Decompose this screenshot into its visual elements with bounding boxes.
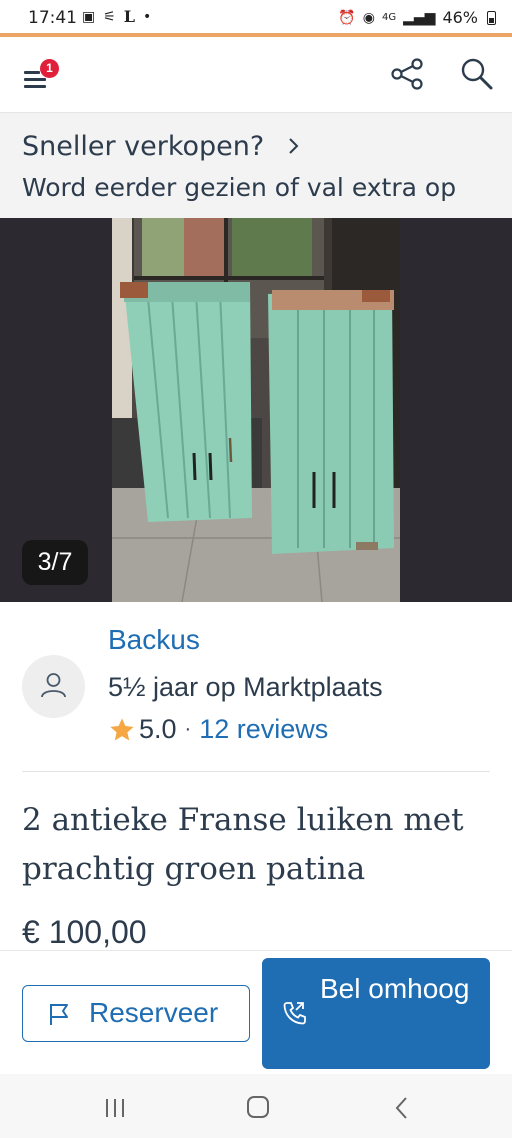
- promo-title: Sneller verkopen?: [22, 131, 265, 162]
- reviews-link[interactable]: 12 reviews: [199, 714, 328, 745]
- divider: [22, 771, 490, 772]
- listing-photo-image: [112, 218, 400, 602]
- menu-button[interactable]: 1: [22, 59, 62, 95]
- share-button[interactable]: [388, 55, 428, 95]
- status-time: 17:41: [28, 8, 77, 28]
- recents-icon[interactable]: [103, 1098, 127, 1118]
- mute-icon: ◉: [362, 9, 375, 26]
- search-button[interactable]: [458, 55, 498, 95]
- reserve-button[interactable]: Reserveer: [22, 985, 250, 1042]
- promo-banner[interactable]: Sneller verkopen? Word eerder gezien of …: [0, 113, 512, 218]
- network-type: 4G: [382, 12, 397, 23]
- status-bar: 17:41 ▣ ⚟ L • ⏰ ◉ 4G ▂▄▆ 46%: [0, 0, 512, 36]
- system-nav-bar: [0, 1074, 512, 1138]
- battery-percent: 46%: [442, 8, 478, 27]
- search-icon: [461, 58, 493, 90]
- flag-icon: [50, 1004, 68, 1025]
- rating-value: 5.0: [139, 714, 177, 744]
- listing-title: 2 antieke Franse luiken met prachtig gro…: [22, 802, 464, 887]
- lidl-icon: L: [123, 7, 136, 26]
- alarm-icon: ⏰: [338, 9, 356, 26]
- app-header: 1: [0, 37, 512, 113]
- dot-icon: •: [143, 9, 152, 25]
- action-bar: Reserveer Bel omhoog: [0, 950, 512, 1074]
- signal-icon: ▂▄▆: [403, 9, 436, 26]
- call-button[interactable]: Bel omhoog: [262, 958, 490, 1069]
- seller-card[interactable]: Backus 5½ jaar op Marktplaats 5.0 · 12 r…: [0, 602, 512, 772]
- phone-icon: [283, 1002, 306, 1025]
- wifi-calling-icon: ⚟: [103, 9, 116, 25]
- seller-membership: 5½ jaar op Marktplaats: [108, 672, 383, 702]
- image-gallery[interactable]: 3/7: [0, 218, 512, 602]
- battery-icon: [487, 10, 496, 25]
- listing-photo[interactable]: [112, 218, 400, 602]
- avatar[interactable]: [22, 655, 85, 718]
- seller-rating: 5.0 · 12 reviews: [108, 714, 328, 745]
- separator: ·: [184, 718, 192, 740]
- home-icon[interactable]: [247, 1096, 269, 1118]
- chevron-right-icon: [289, 138, 299, 154]
- reserve-label: Reserveer: [89, 997, 219, 1028]
- notification-badge: 1: [40, 59, 59, 78]
- back-icon[interactable]: [392, 1096, 412, 1120]
- user-icon: [41, 673, 66, 698]
- call-label: Bel omhoog: [320, 973, 470, 1004]
- seller-name[interactable]: Backus: [108, 624, 200, 656]
- listing-price: € 100,00: [22, 914, 147, 950]
- gallery-icon: ▣: [82, 9, 96, 25]
- promo-subtitle: Word eerder gezien of val extra op: [22, 173, 457, 202]
- image-counter: 3/7: [22, 540, 88, 585]
- star-icon: [110, 717, 134, 740]
- share-icon: [391, 58, 423, 90]
